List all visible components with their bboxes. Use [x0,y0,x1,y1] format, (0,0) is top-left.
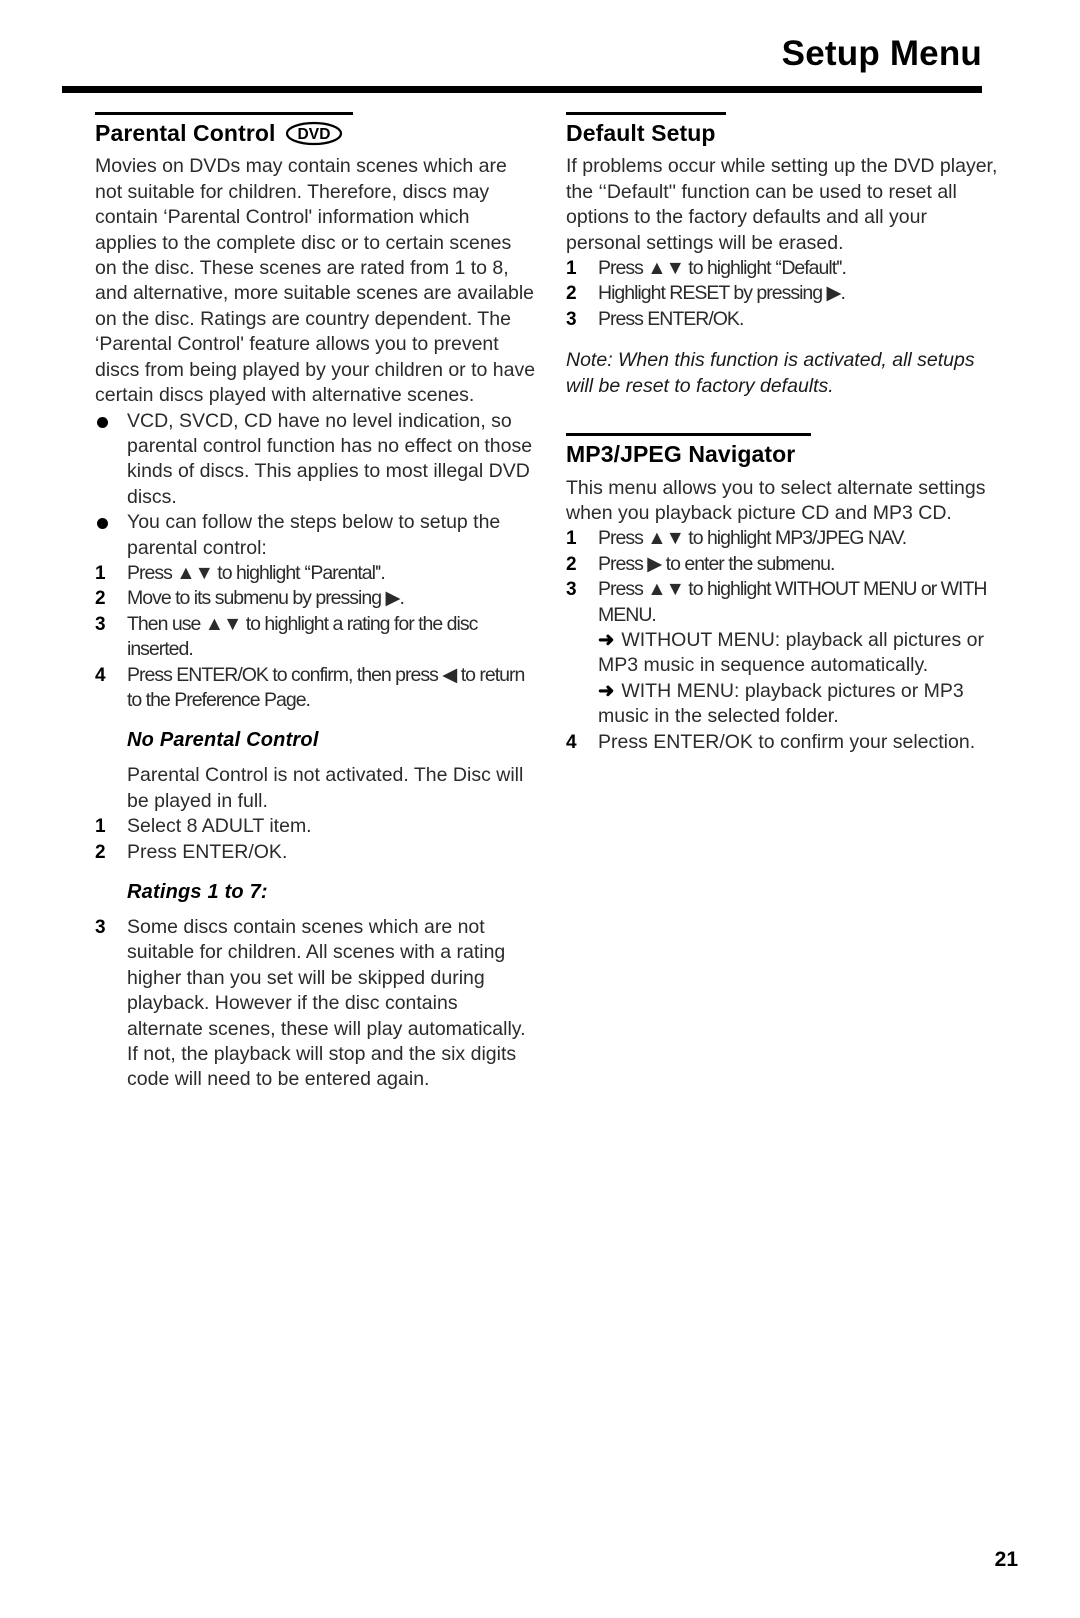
list-item: 2 Press ENTER/OK. [95,840,536,865]
step-number: 1 [95,562,106,584]
section-heading-mp3-jpeg-navigator: MP3/JPEG Navigator [566,441,1007,467]
section-rule [566,433,811,437]
step-text: Press ▲▼ to highlight MP3/JPEG NAV. [598,527,907,550]
bullet-icon [97,416,108,428]
step-text: Press ENTER/OK to confirm, then press ◀ … [127,663,525,711]
mp3-navigator-intro: This menu allows you to select alternate… [566,476,986,524]
page-header: Setup Menu [62,36,982,71]
step-number: 3 [95,917,106,938]
dvd-logo-icon: DVD [285,120,343,146]
subheading-ratings: Ratings 1 to 7: [127,881,268,903]
section-heading-label: MP3/JPEG Navigator [566,441,796,468]
arrow-right-icon: ➜ [598,679,615,702]
step-number: 3 [95,613,106,635]
step-number: 3 [566,579,577,601]
list-item: 3 Press ▲▼ to highlight WITHOUT MENU or … [566,577,1007,628]
list-item: 1 Press ▲▼ to highlight ‘‘Default''. [566,256,1007,281]
step-number: 2 [95,841,106,863]
arrow-item-text: WITHOUT MENU: playback all pictures or M… [598,628,984,677]
section-heading-parental-control: Parental Control DVD [95,120,536,146]
step-number: 4 [566,731,577,753]
section-default-setup: Default Setup If problems occur while se… [566,112,1007,399]
section-heading-label: Default Setup [566,120,716,146]
list-item: You can follow the steps below to setup … [95,510,536,561]
step-number: 2 [566,553,577,575]
step-text: Highlight RESET by pressing ▶. [598,282,846,305]
step-text: Select 8 ADULT item. [127,815,312,838]
list-item: 4 Press ENTER/OK to confirm your selecti… [566,730,1007,755]
default-setup-intro: If problems occur while setting up the D… [566,155,998,254]
list-item: 3 Press ENTER/OK. [566,307,1007,332]
bullet-icon [97,518,108,530]
svg-text:DVD: DVD [297,126,330,143]
step-number: 1 [566,528,577,550]
default-setup-note: Note: When this function is activated, a… [566,349,975,397]
list-item: 4 Press ENTER/OK to confirm, then press … [95,663,536,714]
page-title: Setup Menu [781,34,982,73]
list-item: 2 Highlight RESET by pressing ▶. [566,281,1007,306]
step-text: Press ▲▼ to highlight WITHOUT MENU or WI… [598,578,987,626]
document-page: Setup Menu Parental Control DVD Movies o… [0,0,1080,1618]
left-column: Parental Control DVD Movies on DVDs may … [95,112,536,1093]
section-heading-default-setup: Default Setup [566,120,1007,146]
section-heading-label: Parental Control [95,120,276,146]
page-number: 21 [994,1548,1018,1571]
step-text: Press ENTER/OK to confirm your selection… [598,730,976,753]
step-text: Press ▶ to enter the submenu. [598,552,835,575]
step-number: 1 [95,816,106,838]
step-number: 4 [95,664,106,686]
section-ratings: Ratings 1 to 7: 3 Some discs contain sce… [95,881,536,1093]
section-mp3-jpeg-navigator: MP3/JPEG Navigator This menu allows you … [566,433,1007,755]
list-item: 2 Move to its submenu by pressing ▶. [95,586,536,611]
step-number: 2 [566,283,577,305]
arrow-item-text: WITH MENU: playback pictures or MP3 musi… [598,679,964,728]
section-parental-control: Parental Control DVD Movies on DVDs may … [95,112,536,713]
section-no-parental-control: No Parental Control Parental Control is … [95,729,536,865]
list-item: VCD, SVCD, CD have no level indication, … [95,409,536,511]
list-item: 3 Then use ▲▼ to highlight a rating for … [95,612,536,663]
arrow-right-icon: ➜ [598,628,615,651]
step-number: 1 [566,258,577,280]
step-text: Press ▲▼ to highlight ‘‘Default''. [598,257,847,280]
no-parental-control-body: Parental Control is not activated. The D… [127,764,524,812]
step-text: Press ENTER/OK. [598,307,744,330]
section-rule [95,112,353,115]
list-item: 1 Select 8 ADULT item. [95,814,536,839]
list-item: ➜ WITH MENU: playback pictures or MP3 mus… [566,679,1007,730]
list-item: 3 Some discs contain scenes which are no… [95,915,536,1093]
section-rule [566,112,726,115]
step-text: Some discs contain scenes which are not … [127,916,526,1091]
parental-control-intro: Movies on DVDs may contain scenes which … [95,155,536,407]
header-divider [62,86,982,93]
list-item: 1 Press ▲▼ to highlight MP3/JPEG NAV. [566,526,1007,551]
list-item: 2 Press ▶ to enter the submenu. [566,552,1007,577]
list-item: ➜ WITHOUT MENU: playback all pictures or … [566,628,1007,679]
list-item: 1 Press ▲▼ to highlight ‘‘Parental''. [95,561,536,586]
step-text: Press ▲▼ to highlight ‘‘Parental''. [127,561,386,584]
subheading-no-parental-control: No Parental Control [127,729,319,752]
step-text: Press ENTER/OK. [127,840,288,863]
bullet-text: VCD, SVCD, CD have no level indication, … [127,409,533,508]
right-column: Default Setup If problems occur while se… [566,112,1007,755]
step-text: Move to its submenu by pressing ▶. [127,587,405,610]
bullet-text: You can follow the steps below to setup … [127,511,501,559]
step-number: 3 [566,308,577,330]
step-number: 2 [95,588,106,610]
step-text: Then use ▲▼ to highlight a rating for th… [127,612,478,661]
